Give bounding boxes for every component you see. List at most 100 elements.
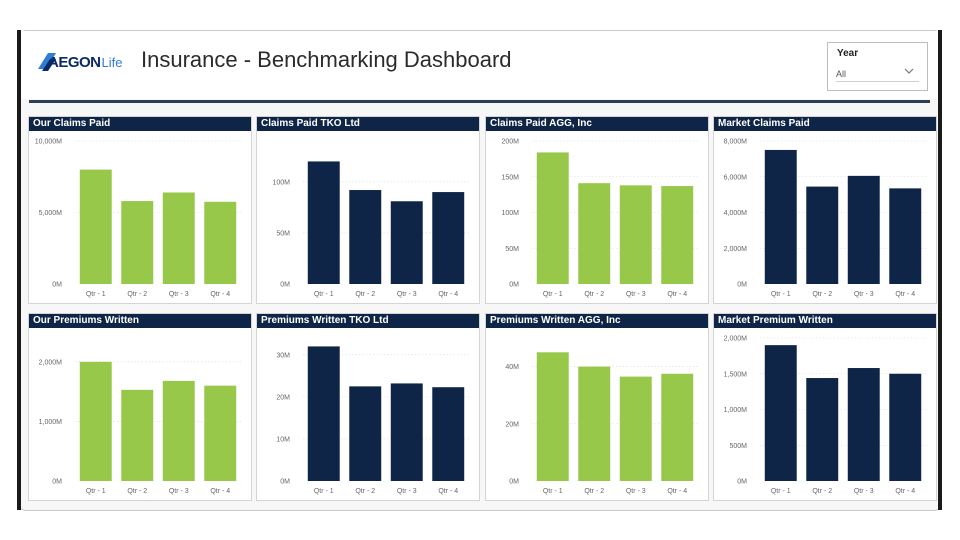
- bar-qtr-2[interactable]: [578, 183, 611, 284]
- bar-qtr-1[interactable]: [536, 352, 569, 481]
- aegon-life-logo: AEGON Life: [36, 51, 122, 73]
- chart-title: Market Premium Written: [714, 314, 936, 328]
- bar-qtr-4[interactable]: [432, 387, 465, 481]
- y-tick-label: 0M: [280, 479, 290, 486]
- x-tick-label: Qtr - 3: [854, 488, 874, 495]
- x-tick-label: Qtr - 2: [812, 291, 832, 298]
- bar-qtr-3[interactable]: [162, 192, 195, 284]
- x-tick-label: Qtr - 4: [667, 488, 687, 495]
- y-tick-label: 20M: [276, 394, 290, 401]
- bar-qtr-2[interactable]: [578, 366, 611, 481]
- bar-qtr-1[interactable]: [764, 149, 797, 284]
- bar-qtr-1[interactable]: [764, 345, 797, 481]
- x-tick-label: Qtr - 4: [438, 291, 458, 298]
- bar-qtr-3[interactable]: [619, 376, 652, 481]
- chart-premiums-written-tko: 0M 10M 20M 30M Qtr - 1 Qtr - 2 Qtr - 3 Qtr - 4: [276, 346, 469, 495]
- x-tick-label: Qtr - 2: [127, 488, 147, 495]
- bar-qtr-2[interactable]: [121, 389, 154, 481]
- x-tick-label: Qtr - 4: [210, 291, 230, 298]
- right-border: [938, 30, 942, 510]
- left-border: [17, 30, 21, 510]
- bar-qtr-3[interactable]: [390, 201, 423, 284]
- bar-qtr-3[interactable]: [847, 368, 880, 481]
- chart-title: Market Claims Paid: [714, 117, 936, 131]
- x-tick-label: Qtr - 3: [626, 488, 646, 495]
- y-tick-label: 150M: [501, 174, 519, 181]
- bar-qtr-4[interactable]: [889, 188, 922, 284]
- bar-qtr-1[interactable]: [307, 346, 340, 481]
- bar-qtr-4[interactable]: [204, 385, 237, 481]
- bar-qtr-3[interactable]: [619, 185, 652, 284]
- chart-card-our-claims-paid: Our Claims Paid 0M 5,000M 10,000M Qtr - 1 Qt…: [28, 116, 252, 304]
- bar-qtr-4[interactable]: [661, 373, 694, 481]
- chart-title: Our Claims Paid: [29, 117, 251, 131]
- y-tick-label: 30M: [276, 352, 290, 359]
- bar-qtr-2[interactable]: [806, 378, 839, 481]
- x-tick-label: Qtr - 1: [86, 291, 106, 298]
- y-tick-label: 10M: [276, 436, 290, 443]
- y-tick-label: 0M: [737, 479, 747, 486]
- chevron-down-icon[interactable]: [903, 66, 915, 76]
- x-tick-label: Qtr - 1: [771, 291, 791, 298]
- y-tick-label: 2,000M: [724, 336, 748, 343]
- bar-qtr-1[interactable]: [307, 161, 340, 284]
- x-tick-label: Qtr - 3: [397, 488, 417, 495]
- bar-qtr-3[interactable]: [162, 380, 195, 481]
- x-tick-label: Qtr - 4: [210, 488, 230, 495]
- x-tick-label: Qtr - 4: [895, 488, 915, 495]
- bar-qtr-3[interactable]: [847, 175, 880, 284]
- bar-qtr-2[interactable]: [121, 201, 154, 284]
- bar-qtr-2[interactable]: [806, 186, 839, 284]
- x-tick-label: Qtr - 1: [86, 488, 106, 495]
- x-tick-label: Qtr - 3: [626, 291, 646, 298]
- bar-qtr-2[interactable]: [349, 190, 382, 284]
- bar-qtr-1[interactable]: [79, 169, 112, 284]
- y-tick-label: 8,000M: [724, 139, 748, 146]
- year-dropdown[interactable]: All: [836, 64, 919, 82]
- chart-title: Claims Paid AGG, Inc: [486, 117, 708, 131]
- y-tick-label: 0M: [737, 282, 747, 289]
- x-tick-label: Qtr - 1: [314, 488, 334, 495]
- chart-card-market-premium-written: Market Premium Written 0M 500M 1,000M 1,500…: [713, 313, 937, 501]
- chart-claims-paid-agg: 0M 50M 100M 150M 200M Qtr - 1 Qtr - 2 Qtr - 3 Qt…: [501, 139, 698, 298]
- bar-qtr-1[interactable]: [536, 152, 569, 284]
- y-tick-label: 2,000M: [724, 246, 748, 253]
- x-tick-label: Qtr - 2: [812, 488, 832, 495]
- y-tick-label: 2,000M: [39, 359, 63, 366]
- chart-title: Claims Paid TKO Ltd: [257, 117, 479, 131]
- x-tick-label: Qtr - 1: [314, 291, 334, 298]
- y-tick-label: 5,000M: [39, 210, 63, 217]
- chart-title: Premiums Written TKO Ltd: [257, 314, 479, 328]
- bar-qtr-4[interactable]: [889, 373, 922, 481]
- bar-qtr-4[interactable]: [661, 186, 694, 284]
- chart-card-premiums-written-agg: Premiums Written AGG, Inc 0M 20M 40M Qtr - …: [485, 313, 709, 501]
- chart-card-our-premiums-written: Our Premiums Written 0M 1,000M 2,000M Qtr -…: [28, 313, 252, 501]
- y-tick-label: 40M: [505, 364, 519, 371]
- x-tick-label: Qtr - 2: [584, 488, 604, 495]
- chart-market-premium-written: 0M 500M 1,000M 1,500M 2,000M Qtr - 1 Qtr - 2 Qt…: [724, 336, 926, 495]
- logo-text-aegon: AEGON: [48, 53, 101, 71]
- y-tick-label: 50M: [505, 246, 519, 253]
- y-tick-label: 100M: [501, 210, 519, 217]
- x-tick-label: Qtr - 2: [127, 291, 147, 298]
- bar-qtr-1[interactable]: [79, 361, 112, 481]
- year-slicer[interactable]: Year All: [827, 42, 928, 91]
- chart-card-market-claims-paid: Market Claims Paid 0M 2,000M 4,000M 6,000M 8…: [713, 116, 937, 304]
- x-tick-label: Qtr - 3: [854, 291, 874, 298]
- x-tick-label: Qtr - 4: [895, 291, 915, 298]
- chart-card-premiums-written-tko: Premiums Written TKO Ltd 0M 10M 20M 30M Qtr …: [256, 313, 480, 501]
- x-tick-label: Qtr - 2: [584, 291, 604, 298]
- bar-qtr-2[interactable]: [349, 386, 382, 481]
- y-tick-label: 4,000M: [724, 210, 748, 217]
- chart-our-claims-paid: 0M 5,000M 10,000M Qtr - 1 Qtr - 2 Qtr - 3 Qtr …: [35, 139, 241, 298]
- bar-qtr-4[interactable]: [204, 201, 237, 284]
- y-tick-label: 1,000M: [724, 407, 748, 414]
- x-tick-label: Qtr - 2: [355, 291, 375, 298]
- x-tick-label: Qtr - 1: [771, 488, 791, 495]
- y-tick-label: 200M: [501, 139, 519, 146]
- bar-qtr-4[interactable]: [432, 192, 465, 284]
- bar-qtr-3[interactable]: [390, 383, 423, 481]
- y-tick-label: 100M: [272, 179, 290, 186]
- y-tick-label: 0M: [52, 282, 62, 289]
- y-tick-label: 10,000M: [35, 139, 62, 146]
